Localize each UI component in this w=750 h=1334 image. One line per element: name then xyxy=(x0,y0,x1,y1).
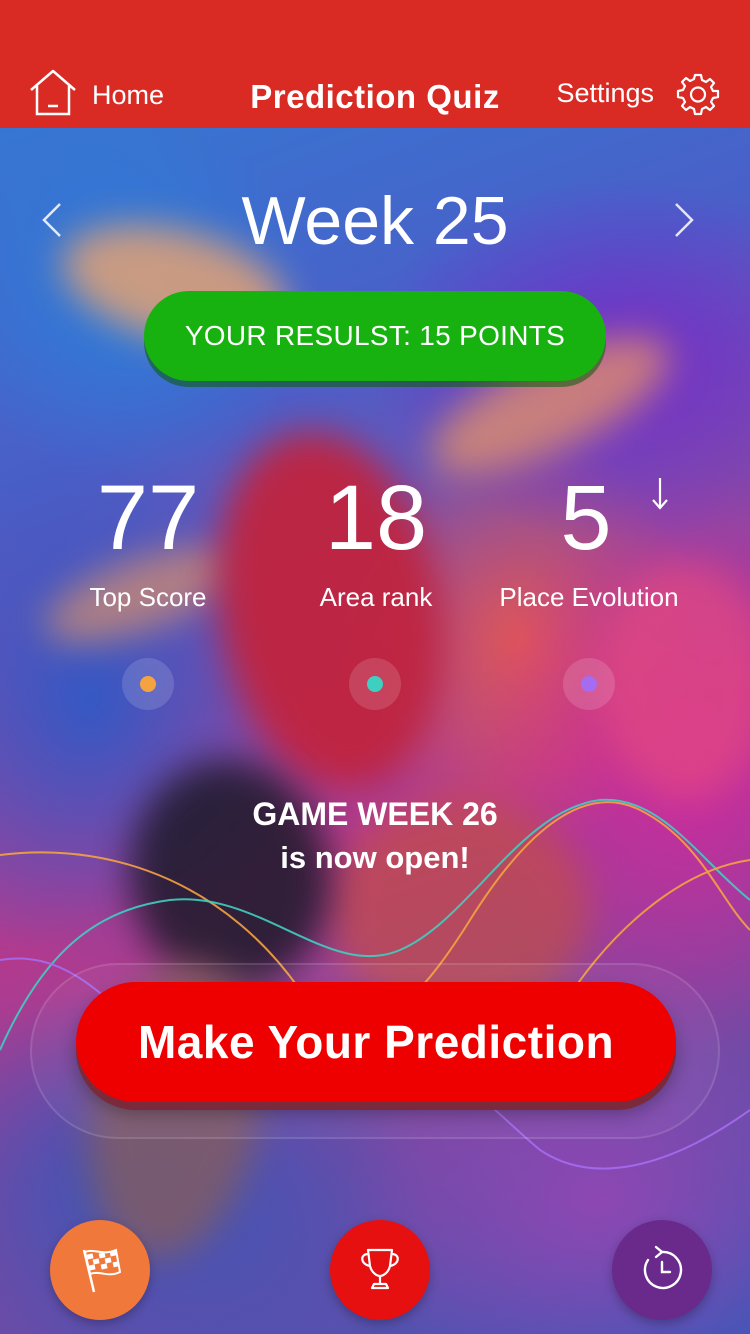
place-evolution-indicator xyxy=(563,658,615,710)
top-score-indicator xyxy=(122,658,174,710)
area-rank-value: 18 xyxy=(324,467,428,569)
top-score-label: Top Score xyxy=(89,582,207,612)
screen: Home Prediction Quiz Settings Week 25 YO… xyxy=(0,0,750,1334)
trophy-icon xyxy=(361,1248,399,1290)
top-score-value: 77 xyxy=(96,467,200,569)
checkered-flag-icon xyxy=(82,1248,122,1293)
down-arrow-icon xyxy=(652,478,668,510)
area-rank-label: Area rank xyxy=(319,582,433,612)
gear-icon[interactable] xyxy=(676,72,720,116)
week-title: Week 25 xyxy=(241,183,509,259)
place-evolution-label: Place Evolution xyxy=(499,582,679,612)
top-bar: Home Prediction Quiz Settings xyxy=(0,0,750,128)
result-badge: YOUR RESULST: 15 POINTS xyxy=(144,291,606,381)
history-icon xyxy=(643,1245,683,1290)
game-week-subtitle: is now open! xyxy=(280,840,470,875)
chevron-right-icon[interactable] xyxy=(670,200,698,240)
settings-link[interactable]: Settings xyxy=(556,78,654,109)
leaderboard-button[interactable] xyxy=(330,1220,430,1320)
race-button[interactable] xyxy=(50,1220,150,1320)
history-button[interactable] xyxy=(612,1220,712,1320)
make-prediction-button[interactable]: Make Your Prediction xyxy=(76,982,676,1102)
game-week-title: GAME WEEK 26 xyxy=(252,796,498,832)
area-rank-indicator xyxy=(349,658,401,710)
